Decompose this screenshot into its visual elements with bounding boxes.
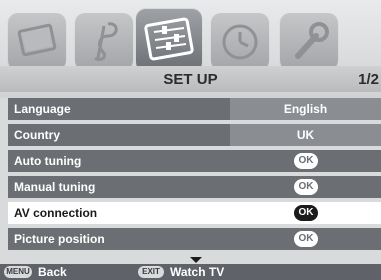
setup-sliders-icon[interactable] <box>136 8 202 72</box>
setup-menu-list: Language English Country UK Auto tuning … <box>8 98 381 254</box>
tv-menu-screen: SET UP 1/2 Language English Country UK A… <box>0 0 381 280</box>
clock-icon[interactable] <box>211 12 269 70</box>
ok-button[interactable]: OK <box>294 153 318 169</box>
menu-row-country[interactable]: Country UK <box>8 124 381 146</box>
row-label: Picture position <box>14 232 105 246</box>
back-label: Back <box>38 265 67 279</box>
menu-row-auto-tuning[interactable]: Auto tuning OK <box>8 150 381 172</box>
menu-row-language[interactable]: Language English <box>8 98 381 120</box>
page-title: SET UP <box>163 71 218 88</box>
row-label: Auto tuning <box>14 154 82 168</box>
language-value[interactable]: English <box>230 102 381 116</box>
scroll-down-arrow-icon[interactable] <box>190 257 202 263</box>
menu-header: SET UP 1/2 <box>0 66 381 92</box>
row-label: Country <box>14 128 60 142</box>
row-label: Manual tuning <box>14 180 96 194</box>
row-label: Language <box>14 102 71 116</box>
wrench-icon[interactable] <box>280 12 338 70</box>
page-indicator: 1/2 <box>358 71 379 88</box>
music-note-icon[interactable] <box>75 12 133 70</box>
ok-button[interactable]: OK <box>294 205 318 221</box>
menu-row-manual-tuning[interactable]: Manual tuning OK <box>8 176 381 198</box>
exit-key-badge[interactable]: EXIT <box>138 266 164 278</box>
country-value[interactable]: UK <box>230 128 381 142</box>
footer-bar: MENU Back EXIT Watch TV <box>0 264 381 280</box>
watch-tv-label: Watch TV <box>170 265 225 279</box>
tv-picture-icon[interactable] <box>8 12 66 70</box>
ok-button[interactable]: OK <box>294 231 318 247</box>
menu-key-badge[interactable]: MENU <box>4 266 32 278</box>
ok-button[interactable]: OK <box>294 179 318 195</box>
menu-row-picture-position[interactable]: Picture position OK <box>8 228 381 250</box>
row-label: AV connection <box>14 206 98 220</box>
menu-row-av-connection[interactable]: AV connection OK <box>8 202 381 224</box>
